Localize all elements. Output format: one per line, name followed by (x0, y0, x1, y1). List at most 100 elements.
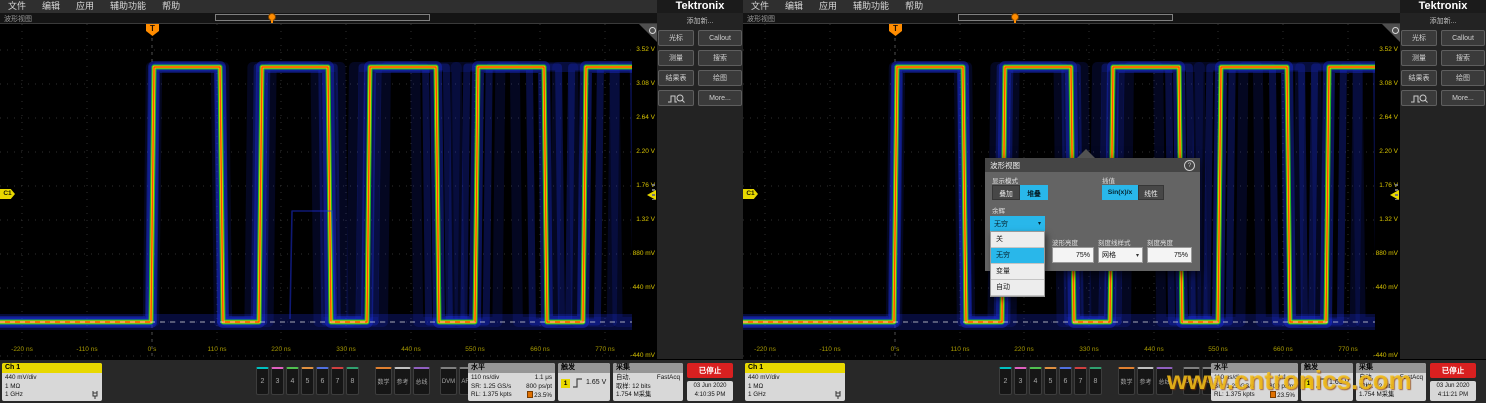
sidebar-button-callout[interactable]: Callout (1441, 30, 1485, 46)
channel-button-5[interactable]: 5 (301, 367, 314, 395)
persistence-option-无穷[interactable]: 无穷 (991, 248, 1044, 264)
dialog-pointer (1077, 149, 1095, 158)
sidebar-button-more[interactable]: More... (698, 90, 742, 106)
tektronix-logo: Tektronix (1400, 0, 1486, 13)
persistence-option-关[interactable]: 关 (991, 232, 1044, 248)
trigger-level: 1.65 V (586, 379, 606, 388)
time-label: 220 ns (259, 346, 303, 353)
channel-button-7[interactable]: 7 (1074, 367, 1087, 395)
chevron-down-icon: ▾ (1038, 220, 1041, 227)
sidebar-button-zoom-waveform[interactable] (1401, 90, 1437, 106)
acquisition-pan-scrollbar[interactable] (958, 14, 1173, 21)
persistence-dropdown[interactable]: 无穷 ▾ (990, 216, 1045, 231)
sidebar-button-cursors[interactable]: 光标 (658, 30, 694, 46)
menu-item-文件[interactable]: 文件 (8, 0, 26, 13)
aux-button-参考[interactable]: 参考 (1137, 367, 1154, 395)
menu-item-帮助[interactable]: 帮助 (162, 0, 180, 13)
persistence-option-变量[interactable]: 变量 (991, 264, 1044, 280)
channel-button-8[interactable]: 8 (1089, 367, 1102, 395)
view-tab-strip: 波形视图 (0, 13, 657, 23)
channel-button-5[interactable]: 5 (1044, 367, 1057, 395)
time-label: 440 ns (1132, 346, 1176, 353)
channel-button-6[interactable]: 6 (316, 367, 329, 395)
time-label: 110 ns (938, 346, 982, 353)
graticule-intensity-input[interactable]: 75% (1147, 247, 1192, 263)
sidebar-button-cursors[interactable]: 光标 (1401, 30, 1437, 46)
aux-button-总线[interactable]: 总线 (413, 367, 430, 395)
aux-button-参考[interactable]: 参考 (394, 367, 411, 395)
sidebar-button-measure[interactable]: 测量 (658, 50, 694, 66)
time-label: 220 ns (1002, 346, 1046, 353)
horizontal-badge[interactable]: 水平 110 ns/div SR: 1.25 GS/s RL: 1.375 kp… (468, 363, 555, 401)
aux-button-数学[interactable]: 数学 (375, 367, 392, 395)
menu-item-文件[interactable]: 文件 (751, 0, 769, 13)
aux-button-DVM[interactable]: DVM (440, 367, 457, 395)
sidebar-button-search[interactable]: 搜索 (698, 50, 742, 66)
sidebar-button-more[interactable]: More... (1441, 90, 1485, 106)
channel-button-3[interactable]: 3 (1014, 367, 1027, 395)
graticule-style-dropdown[interactable]: 网格 ▾ (1098, 247, 1143, 263)
time-label: 330 ns (324, 346, 368, 353)
aux-button-数学[interactable]: 数学 (1118, 367, 1135, 395)
voltage-label: 2.20 V (627, 148, 655, 155)
channel1-badge[interactable]: Ch 1 440 mV/div 1 MΩ 1 GHz (745, 363, 845, 401)
menu-item-编辑[interactable]: 编辑 (785, 0, 803, 13)
sidebar-buttons: 光标Callout测量搜索结果表绘图 More... (1400, 30, 1486, 106)
linear-toggle[interactable]: 线性 (1138, 185, 1164, 200)
sidebar-button-plot[interactable]: 绘图 (1441, 70, 1485, 86)
waveform-intensity-input[interactable]: 75% (1052, 247, 1094, 263)
channel1-impedance: 1 MΩ (748, 383, 842, 392)
voltage-label: 440 mV (1370, 284, 1398, 291)
voltage-label: 880 mV (1370, 250, 1398, 257)
channel-buttons: 2345678数学参考总线DVMAFG (256, 367, 478, 395)
channel-button-2[interactable]: 2 (999, 367, 1012, 395)
oscilloscope-screen: 文件编辑应用辅助功能帮助 Tektronix 波形视图 3.52 V3.08 V… (743, 0, 1486, 403)
menu-item-应用[interactable]: 应用 (76, 0, 94, 13)
help-icon[interactable]: ? (1184, 160, 1195, 171)
panel-splitter-grip[interactable] (652, 184, 655, 200)
sidebar-button-results-table[interactable]: 结果表 (658, 70, 694, 86)
time-label: -110 ns (808, 346, 852, 353)
menu-item-辅助功能[interactable]: 辅助功能 (110, 0, 146, 13)
trigger-position-pin[interactable] (1011, 13, 1019, 21)
horizontal-title: 水平 (468, 363, 555, 373)
stacked-toggle[interactable]: 堆叠 (1020, 185, 1048, 200)
acquisition-badge[interactable]: 采集 自动, FastAcq 取样: 12 bits 1.754 M采集 (613, 363, 683, 401)
intensity-percent: 23.5% (534, 392, 552, 399)
channel-button-4[interactable]: 4 (1029, 367, 1042, 395)
channel-button-8[interactable]: 8 (346, 367, 359, 395)
trigger-position-pin[interactable] (268, 13, 276, 21)
menu-item-应用[interactable]: 应用 (819, 0, 837, 13)
menu-item-辅助功能[interactable]: 辅助功能 (853, 0, 889, 13)
persistence-option-自动[interactable]: 自动 (991, 280, 1044, 296)
trigger-badge[interactable]: 触发 1 1.65 V (558, 363, 610, 401)
probe-icon (91, 391, 99, 399)
waveform-display-area[interactable]: 3.52 V3.08 V2.64 V2.20 V1.76 V1.32 V880 … (0, 23, 657, 359)
channel-button-4[interactable]: 4 (286, 367, 299, 395)
oscilloscope-screen: 文件编辑应用辅助功能帮助 Tektronix 波形视图 3.52 V3.08 V… (0, 0, 743, 403)
channel-button-7[interactable]: 7 (331, 367, 344, 395)
channel-button-3[interactable]: 3 (271, 367, 284, 395)
menu-item-编辑[interactable]: 编辑 (42, 0, 60, 13)
trigger-source-badge: 1 (561, 379, 570, 388)
time-label: -110 ns (65, 346, 109, 353)
channel-button-6[interactable]: 6 (1059, 367, 1072, 395)
overlay-toggle[interactable]: 叠加 (992, 185, 1020, 200)
run-stop-button[interactable]: 已停止 (1430, 363, 1476, 378)
run-stop-button[interactable]: 已停止 (687, 363, 733, 378)
persistence-label: 余辉 (992, 205, 1005, 215)
channel1-badge[interactable]: Ch 1 440 mV/div 1 MΩ 1 GHz (2, 363, 102, 401)
graticule-style-value: 网格 (1102, 250, 1116, 260)
sinx-toggle[interactable]: Sin(x)/x (1102, 185, 1138, 200)
acquisition-pan-scrollbar[interactable] (215, 14, 430, 21)
sidebar-button-plot[interactable]: 绘图 (698, 70, 742, 86)
panel-splitter-grip[interactable] (1395, 184, 1398, 200)
channel-button-2[interactable]: 2 (256, 367, 269, 395)
menu-item-帮助[interactable]: 帮助 (905, 0, 923, 13)
sidebar-button-search[interactable]: 搜索 (1441, 50, 1485, 66)
sidebar-button-results-table[interactable]: 结果表 (1401, 70, 1437, 86)
sidebar-button-measure[interactable]: 测量 (1401, 50, 1437, 66)
sidebar-button-zoom-waveform[interactable] (658, 90, 694, 106)
sidebar-button-callout[interactable]: Callout (698, 30, 742, 46)
waveform-intensity-label: 波形亮度 (1052, 237, 1078, 247)
